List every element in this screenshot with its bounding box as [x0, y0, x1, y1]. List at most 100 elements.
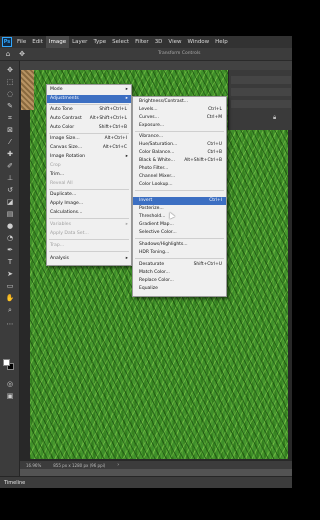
- menu-text: Apply Image...: [50, 201, 84, 206]
- menu-item-hdr-toning[interactable]: HDR Toning...: [133, 249, 226, 257]
- menu-item-invert[interactable]: Invert Ctrl+I: [133, 197, 226, 205]
- menu-item-curves[interactable]: Curves... Ctrl+M: [133, 114, 226, 122]
- panel-row[interactable]: [231, 76, 291, 84]
- history-brush-icon[interactable]: ↺: [4, 185, 16, 195]
- menu-file[interactable]: File: [14, 36, 29, 48]
- menu-help[interactable]: Help: [212, 36, 231, 48]
- menu-item-auto-color[interactable]: Auto Color Shift+Ctrl+B: [47, 124, 131, 132]
- screen-mode-icon[interactable]: ▣: [4, 391, 16, 401]
- menu-text: Alt+Ctrl+I: [104, 136, 127, 141]
- menu-layer[interactable]: Layer: [69, 36, 90, 48]
- menu-window[interactable]: Window: [184, 36, 212, 48]
- menu-item-auto-contrast[interactable]: Auto Contrast Alt+Shift+Ctrl+L: [47, 115, 131, 123]
- menu-item-brightness-contrast[interactable]: Brightness/Contrast...: [133, 98, 226, 106]
- menu-edit[interactable]: Edit: [29, 36, 46, 48]
- home-icon[interactable]: ⌂: [4, 50, 12, 58]
- menu-item-channel-mixer[interactable]: Channel Mixer...: [133, 173, 226, 181]
- stamp-icon[interactable]: ⊥: [4, 173, 16, 183]
- options-bar: ⌂ ✥ Transform Controls: [0, 48, 292, 61]
- menu-item-gradient-map[interactable]: Gradient Map...: [133, 221, 226, 229]
- menu-text: Trim...: [50, 172, 65, 177]
- zoom-level[interactable]: 16.96%: [26, 463, 41, 468]
- menu-3d[interactable]: 3D: [152, 36, 166, 48]
- menu-item-black-white[interactable]: Black & White... Alt+Shift+Ctrl+B: [133, 157, 226, 165]
- more-tools-icon[interactable]: ⋯: [4, 319, 16, 329]
- menu-item-color-balance[interactable]: Color Balance... Ctrl+B: [133, 149, 226, 157]
- crop-icon[interactable]: ⌗: [4, 113, 16, 123]
- menu-image[interactable]: Image: [45, 36, 70, 48]
- healing-icon[interactable]: ✚: [4, 149, 16, 159]
- menu-item-levels[interactable]: Levels... Ctrl+L: [133, 106, 226, 114]
- menu-item-color-lookup[interactable]: Color Lookup...: [133, 181, 226, 189]
- menu-item-apply-data-set[interactable]: Apply Data Set...: [47, 230, 131, 238]
- menu-view[interactable]: View: [165, 36, 184, 48]
- menu-item-calculations[interactable]: Calculations...: [47, 209, 131, 217]
- menu-type[interactable]: Type: [90, 36, 109, 48]
- gradient-icon[interactable]: ▤: [4, 209, 16, 219]
- menu-item-trim[interactable]: Trim...: [47, 171, 131, 179]
- panel-row[interactable]: [231, 88, 291, 96]
- menu-item-mode[interactable]: Mode ▸: [47, 86, 131, 94]
- menu-item-hue-saturation[interactable]: Hue/Saturation... Ctrl+U: [133, 141, 226, 149]
- frame-icon[interactable]: ⊠: [4, 125, 16, 135]
- zoom-icon[interactable]: ⌕: [4, 305, 16, 315]
- blur-icon[interactable]: ●: [4, 221, 16, 231]
- dodge-icon[interactable]: ◔: [4, 233, 16, 243]
- menu-item-threshold[interactable]: Threshold...: [133, 213, 226, 221]
- quick-mask-icon[interactable]: ◎: [4, 379, 16, 389]
- brush-icon[interactable]: ✐: [4, 161, 16, 171]
- menu-item-duplicate[interactable]: Duplicate...: [47, 191, 131, 199]
- lasso-icon[interactable]: ◌: [4, 89, 16, 99]
- menu-separator: [49, 251, 129, 252]
- path-select-icon[interactable]: ➤: [4, 269, 16, 279]
- menu-item-trap[interactable]: Trap...: [47, 242, 131, 250]
- menu-item-image-rotation[interactable]: Image Rotation ▸: [47, 153, 131, 161]
- menu-text: Image Rotation: [50, 154, 86, 159]
- eyedropper-icon[interactable]: ⁄: [4, 137, 16, 147]
- eraser-icon[interactable]: ◪: [4, 197, 16, 207]
- chevron-right-icon: ▸: [125, 154, 128, 159]
- menu-text: Adjustments: [50, 96, 79, 101]
- menu-select[interactable]: Select: [109, 36, 132, 48]
- menu-text: Color Balance...: [139, 150, 175, 155]
- menu-item-image-size[interactable]: Image Size... Alt+Ctrl+I: [47, 135, 131, 143]
- menu-separator: [135, 238, 224, 239]
- menu-item-adjustments[interactable]: Adjustments ▸: [47, 95, 131, 103]
- menu-item-desaturate[interactable]: Desaturate Shift+Ctrl+U: [133, 261, 226, 269]
- menu-item-variables[interactable]: Variables ▸: [47, 221, 131, 229]
- timeline-panel[interactable]: Timeline: [0, 476, 292, 488]
- move-icon[interactable]: ✥: [4, 65, 16, 75]
- foreground-color-swatch[interactable]: [3, 359, 10, 366]
- menu-item-photo-filter[interactable]: Photo Filter...: [133, 165, 226, 173]
- menu-item-reveal-all[interactable]: Reveal All: [47, 180, 131, 188]
- menu-item-shadows-highlights[interactable]: Shadows/Highlights...: [133, 241, 226, 249]
- shape-icon[interactable]: ▭: [4, 281, 16, 291]
- menu-item-canvas-size[interactable]: Canvas Size... Alt+Ctrl+C: [47, 144, 131, 152]
- pen-icon[interactable]: ✒: [4, 245, 16, 255]
- menu-filter[interactable]: Filter: [132, 36, 152, 48]
- type-icon[interactable]: T: [4, 257, 16, 267]
- menu-item-posterize[interactable]: Posterize...: [133, 205, 226, 213]
- transform-controls-label[interactable]: Transform Controls: [158, 51, 200, 56]
- menu-item-match-color[interactable]: Match Color...: [133, 269, 226, 277]
- menu-item-selective-color[interactable]: Selective Color...: [133, 229, 226, 237]
- menu-item-exposure[interactable]: Exposure...: [133, 122, 226, 130]
- tools-panel: ✥ ⬚ ◌ ✎ ⌗ ⊠ ⁄ ✚ ✐ ⊥ ↺ ◪ ▤ ● ◔ ✒ T ➤ ▭ ✋ …: [0, 61, 20, 476]
- menu-text: Shift+Ctrl+L: [99, 107, 127, 112]
- menu-text: Analysis: [50, 256, 69, 261]
- move-tool-icon[interactable]: ✥: [18, 50, 26, 58]
- quick-select-icon[interactable]: ✎: [4, 101, 16, 111]
- marquee-icon[interactable]: ⬚: [4, 77, 16, 87]
- document-tab[interactable]: [20, 61, 292, 70]
- menu-item-crop[interactable]: Crop: [47, 162, 131, 170]
- menu-item-auto-tone[interactable]: Auto Tone Shift+Ctrl+L: [47, 106, 131, 114]
- chevron-right-icon[interactable]: ›: [117, 462, 119, 468]
- menu-item-analysis[interactable]: Analysis ▸: [47, 255, 131, 263]
- menu-item-equalize[interactable]: Equalize: [133, 285, 226, 293]
- panel-row[interactable]: [231, 100, 291, 108]
- hand-icon[interactable]: ✋: [4, 293, 16, 303]
- menu-item-vibrance[interactable]: Vibrance...: [133, 133, 226, 141]
- lock-icon[interactable]: 🔒︎: [273, 114, 276, 122]
- menu-item-replace-color[interactable]: Replace Color...: [133, 277, 226, 285]
- menu-item-apply-image[interactable]: Apply Image...: [47, 200, 131, 208]
